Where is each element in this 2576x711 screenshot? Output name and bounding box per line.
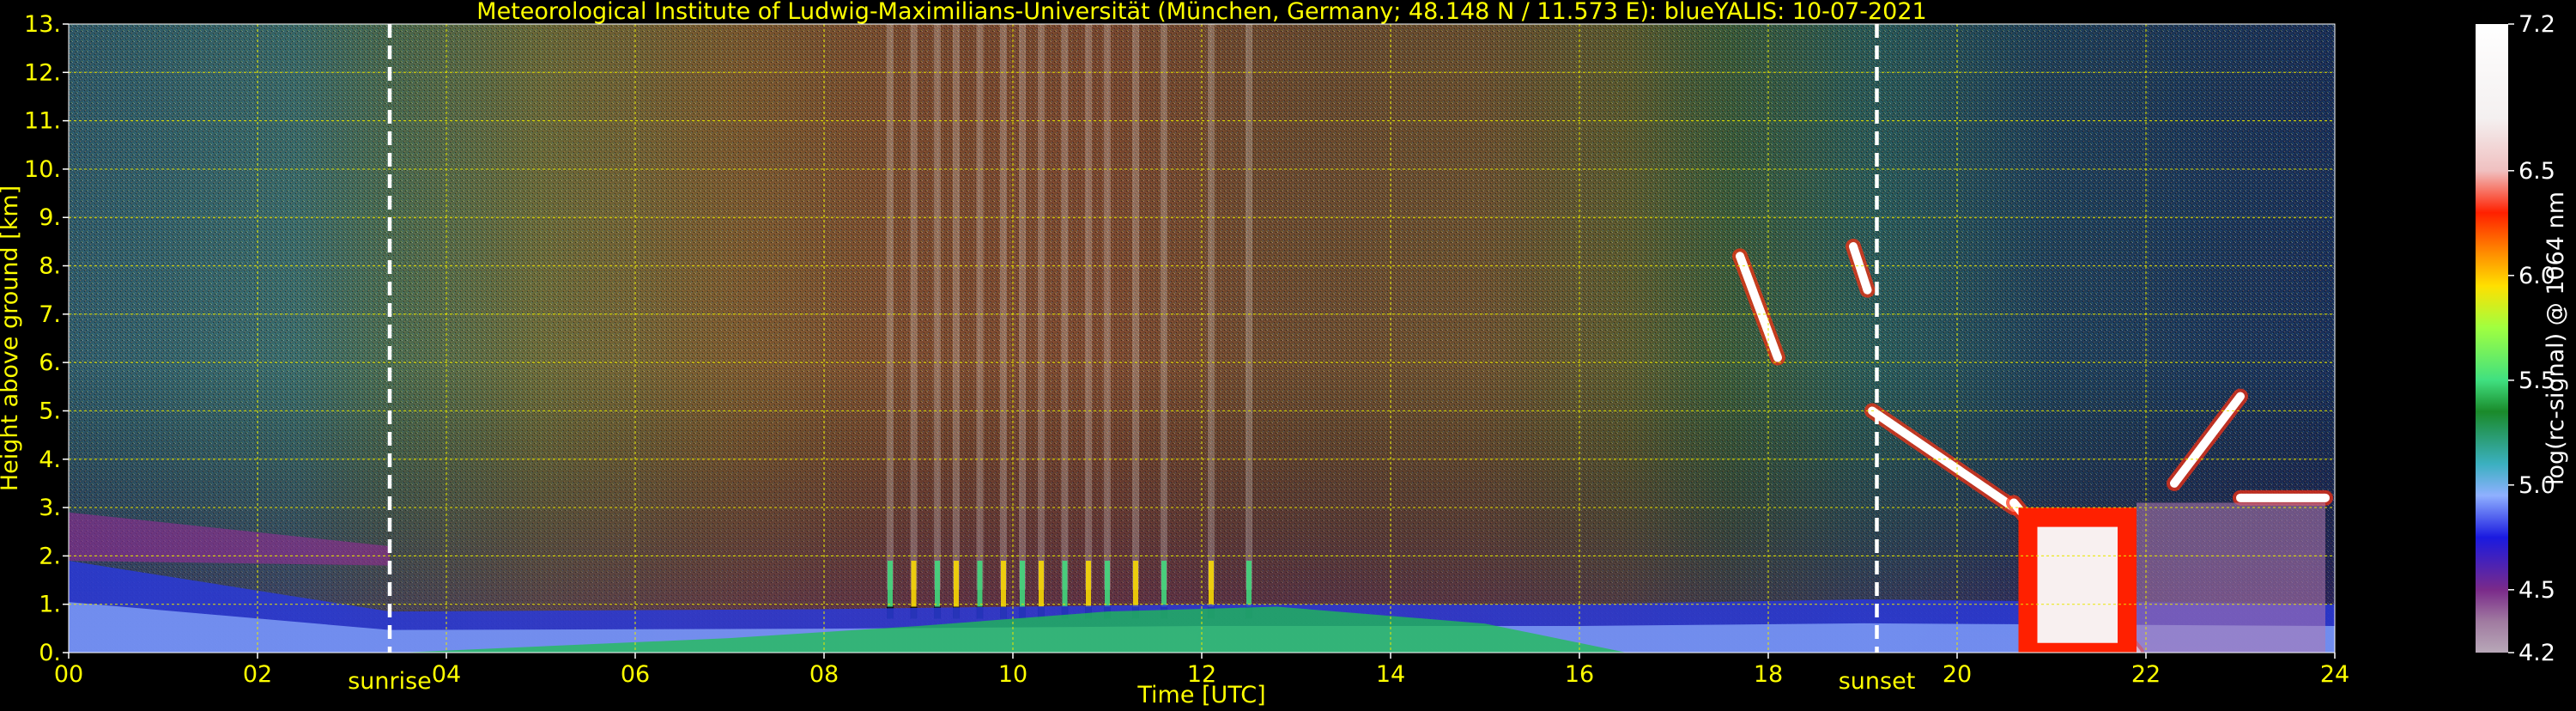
low-cloud-body <box>2037 526 2118 643</box>
y-axis-label: Height above ground [km] <box>0 185 23 491</box>
colorbar-label: log(rc-signal) @ 1064 nm <box>2543 191 2569 485</box>
y-tick-label: 11. <box>24 108 61 135</box>
colorbar-gradient <box>2476 24 2508 653</box>
x-tick-label: 10 <box>998 661 1027 688</box>
x-tick-label: 16 <box>1565 661 1594 688</box>
precip-streak <box>1161 24 1167 590</box>
y-tick-label: 8. <box>39 253 61 280</box>
precip-streak <box>910 24 918 590</box>
lidar-quicklook: Meteorological Institute of Ludwig-Maxim… <box>0 0 2576 708</box>
precip-streak <box>1085 24 1092 590</box>
y-tick-label: 2. <box>39 543 61 569</box>
y-tick-label: 1. <box>39 592 61 618</box>
y-tick-label: 6. <box>39 349 61 376</box>
x-tick-label: 06 <box>621 661 650 688</box>
precip-streak <box>1104 24 1111 590</box>
x-tick-label: 14 <box>1376 661 1405 688</box>
precip-streak <box>1061 24 1069 590</box>
sun-marker-label: sunset <box>1839 668 1916 695</box>
y-tick-label: 10. <box>24 156 61 183</box>
x-tick-label: 04 <box>432 661 461 688</box>
precip-streak <box>976 24 984 590</box>
precip-streak <box>934 24 941 590</box>
y-tick-label: 3. <box>39 495 61 521</box>
x-tick-label: 02 <box>243 661 272 688</box>
precip-streak <box>1000 24 1007 590</box>
y-tick-label: 4. <box>39 447 61 473</box>
colorbar-tick-label: 4.5 <box>2518 577 2555 604</box>
colorbar-tick-label: 7.2 <box>2518 11 2555 38</box>
colorbar-tick-label: 4.2 <box>2518 640 2555 666</box>
precip-streak <box>1038 24 1045 590</box>
x-tick-label: 24 <box>2320 661 2349 688</box>
y-tick-label: 7. <box>39 301 61 328</box>
precip-streak <box>887 24 894 590</box>
x-tick-label: 20 <box>1943 661 1972 688</box>
night-aerosol-layer <box>2137 502 2325 653</box>
x-axis-label: Time [UTC] <box>1136 682 1265 708</box>
chart-svg: Meteorological Institute of Ludwig-Maxim… <box>0 0 2569 708</box>
precip-streak <box>953 24 960 590</box>
precip-streak <box>1019 24 1026 590</box>
x-tick-label: 18 <box>1754 661 1783 688</box>
colorbar-tick-label: 6.5 <box>2518 158 2555 185</box>
sun-marker-label: sunrise <box>348 668 432 695</box>
y-tick-label: 12. <box>24 59 61 86</box>
precip-streak <box>1208 24 1215 590</box>
x-tick-label: 22 <box>2131 661 2161 688</box>
colorbar: 7.26.56.05.55.04.54.2 log(rc-signal) @ 1… <box>2476 11 2569 666</box>
plot-area <box>69 24 2335 653</box>
y-axis: 0. 1. 2. 3. 4. 5. 6. 7. 8. 9. 10. 11. 12. 13. <box>24 11 69 666</box>
x-tick-label: 08 <box>809 661 839 688</box>
y-tick-label: 0. <box>39 640 61 666</box>
precip-streak <box>1132 24 1139 590</box>
y-tick-label: 9. <box>39 204 61 231</box>
y-tick-label: 13. <box>24 11 61 38</box>
y-tick-label: 5. <box>39 398 61 424</box>
chart-title: Meteorological Institute of Ludwig-Maxim… <box>476 0 1926 25</box>
precip-streak <box>1246 24 1252 590</box>
